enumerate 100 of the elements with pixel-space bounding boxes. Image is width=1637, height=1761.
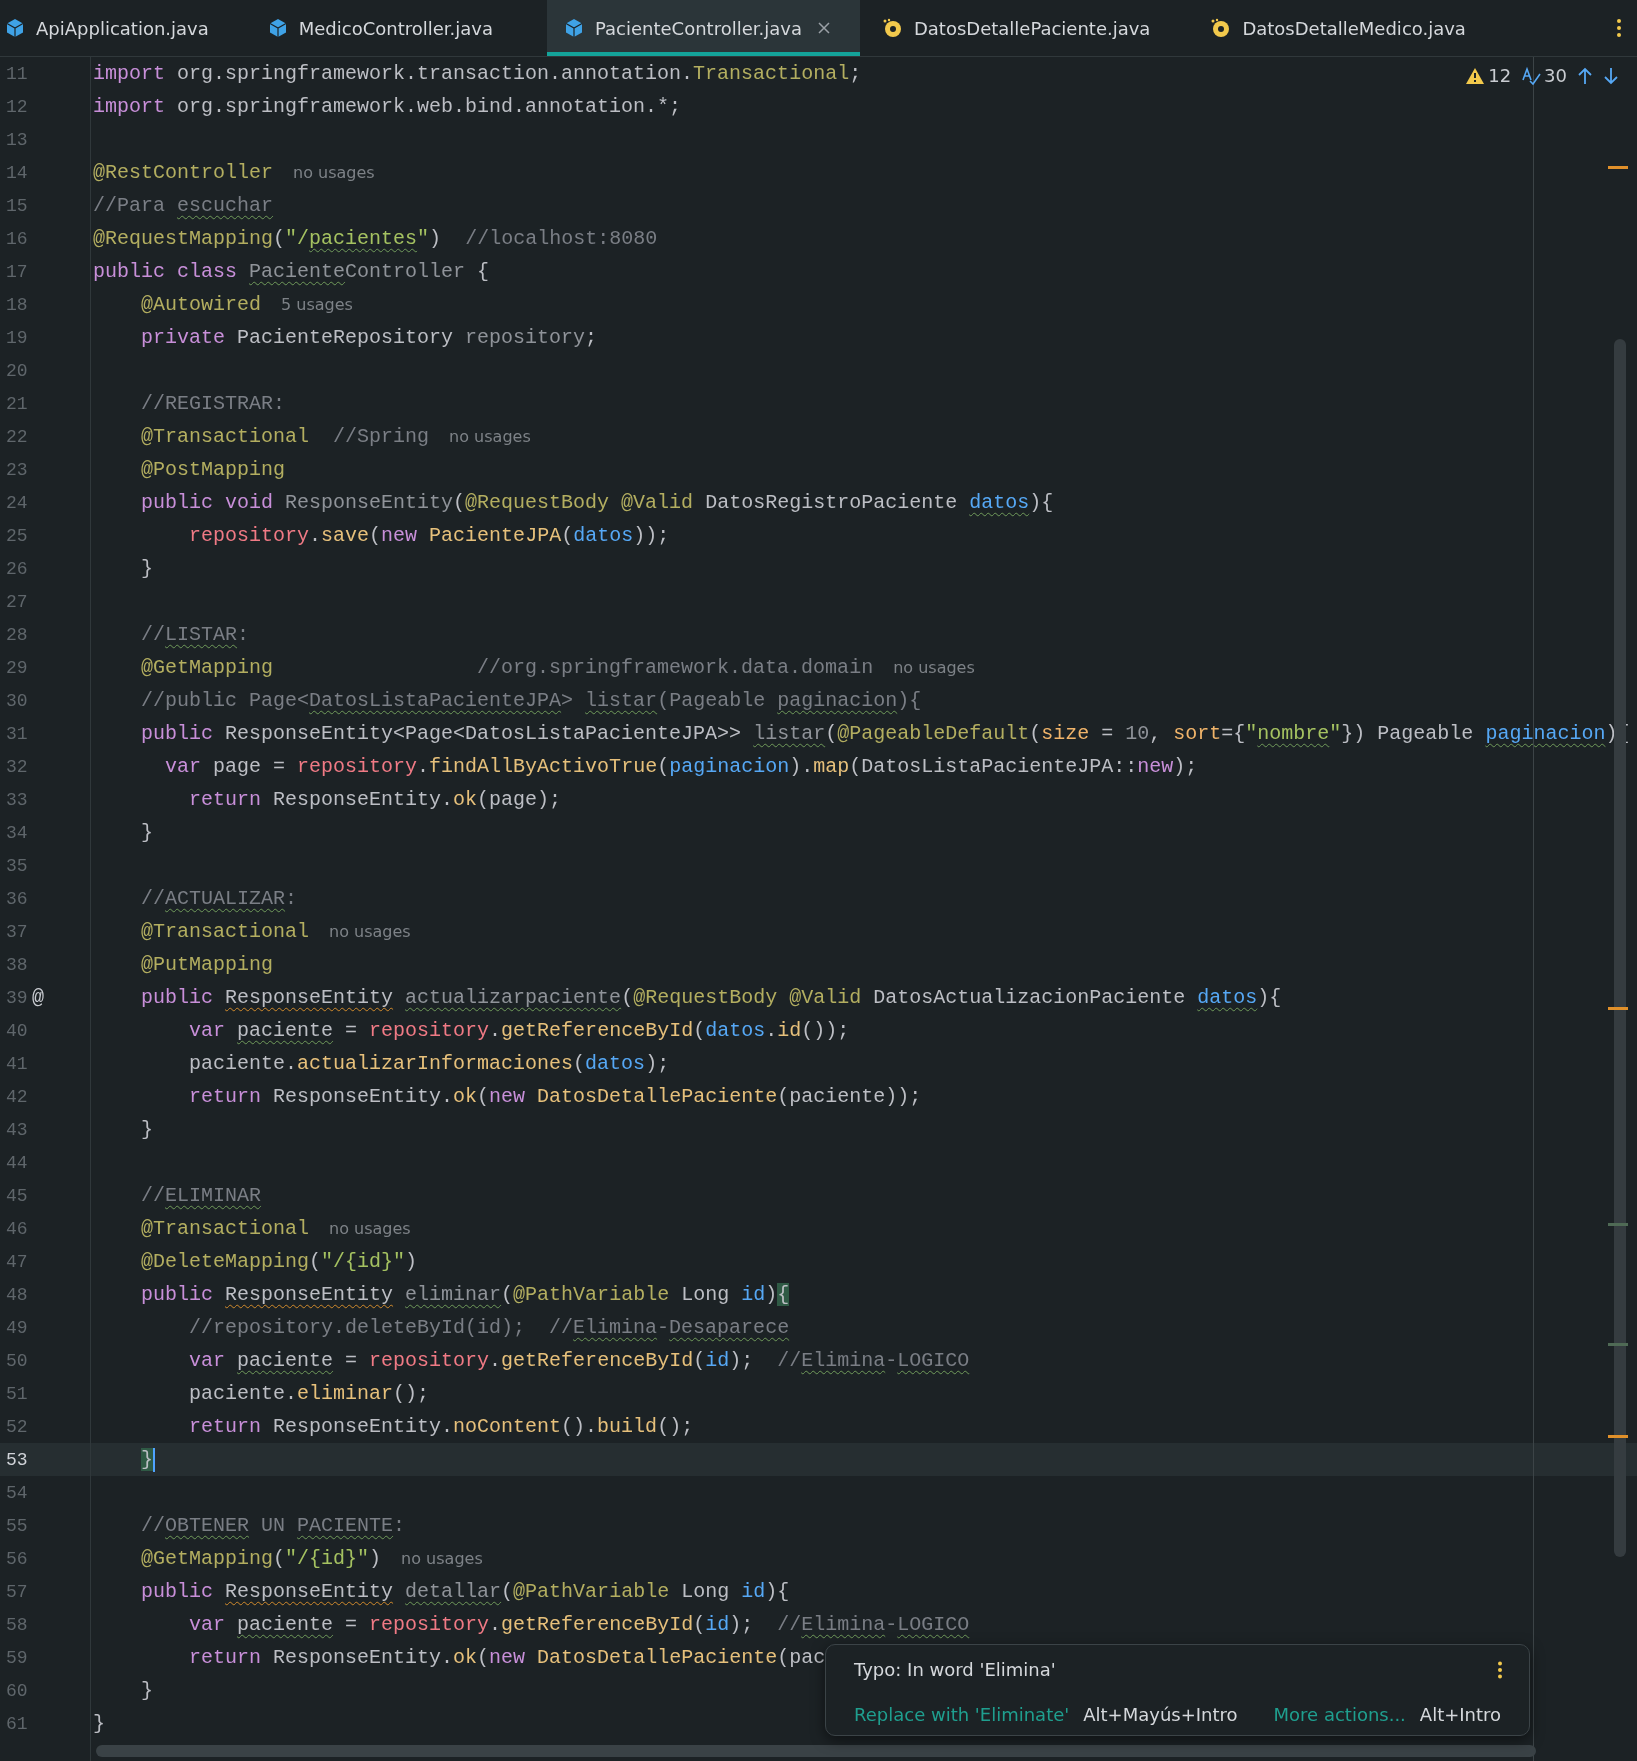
warning-count[interactable]: 12 [1488,65,1512,86]
code-line: @RestController [92,161,274,184]
code-line: //Para escuchar [92,194,274,217]
code-line: @Autowired [140,293,262,316]
line-number: 58 [6,1614,28,1635]
record-icon [881,18,902,38]
code-line: public ResponseEntity eliminar(@PathVariable Long id){ [140,1283,790,1306]
cube-icon [6,18,24,38]
line-number: 35 [6,855,28,876]
code-line: repository.save(new PacienteJPA(datos)); [188,524,670,547]
code-line: @PutMapping [140,953,274,976]
editor-tab[interactable]: PacienteController.java [547,0,860,56]
line-number: 17 [6,261,28,282]
code-line: paciente.eliminar(); [188,1382,430,1405]
scrollbar-thumb[interactable] [96,1745,1536,1757]
line-number: 56 [6,1548,28,1569]
line-number: 29 [6,657,28,678]
quick-fix-link[interactable]: Replace with 'Eliminate' [854,1704,1070,1725]
line-number: 52 [6,1416,28,1437]
line-number: 47 [6,1251,28,1272]
code-line: //ELIMINAR [140,1184,262,1207]
arrow-up-icon[interactable] [1577,66,1593,85]
code-line: public void ResponseEntity(@RequestBody @Valid DatosRegistroPaciente datos){ [140,491,1054,514]
line-number: 26 [6,558,28,579]
code-line: var paciente = repository.getReferenceById(datos.id()); [188,1019,850,1042]
usage-hint[interactable]: no usages [893,658,975,677]
code-line: //LISTAR: [140,623,250,646]
line-number: 33 [6,789,28,810]
code-line: @GetMapping //org.springframework.data.domain [140,656,874,679]
code-line: public class PacienteController { [92,260,490,283]
usage-hint[interactable]: no usages [329,1219,411,1238]
line-number: 37 [6,921,28,942]
line-number: 31 [6,723,28,744]
line-number: 24 [6,492,28,513]
code-line: var paciente = repository.getReferenceById(id); //Elimina-LOGICO [188,1349,970,1372]
editor-tab[interactable]: DatosDetalleMedico.java [1204,0,1496,56]
line-number: 51 [6,1383,28,1404]
line-number: 19 [6,327,28,348]
line-number: 12 [6,96,28,117]
line-number: 48 [6,1284,28,1305]
line-number: 21 [6,393,28,414]
line-number: 30 [6,690,28,711]
line-number: 36 [6,888,28,909]
code-line: //repository.deleteById(id); //Elimina-Desaparece [188,1316,790,1339]
code-line: //REGISTRAR: [140,392,286,415]
code-line: return ResponseEntity.noContent().build(); [188,1415,694,1438]
line-number: 32 [6,756,28,777]
cube-icon [565,18,583,38]
line-number: 39 [6,987,28,1008]
code-line: //ACTUALIZAR: [140,887,298,910]
gutter-marker[interactable]: @ [32,986,44,1009]
shortcut-label: Alt+Mayús+Intro [1083,1704,1238,1725]
code-line: @GetMapping("/{id}") [140,1547,382,1570]
code-line: //public Page<DatosListaPacienteJPA> listar(Pageable paginacion){ [140,689,922,712]
line-number: 20 [6,360,28,381]
usage-hint[interactable]: no usages [329,922,411,941]
more-icon[interactable] [1497,1660,1503,1679]
line-number: 60 [6,1680,28,1701]
code-line: @DeleteMapping("/{id}") [140,1250,418,1273]
line-number: 18 [6,294,28,315]
usage-hint[interactable]: 5 usages [281,295,353,314]
code-line: public ResponseEntity actualizarpaciente(@RequestBody @Valid DatosActualizacionPaciente datos){ [140,986,1282,1009]
line-number: 41 [6,1053,28,1074]
typo-count[interactable]: 30 [1544,65,1567,86]
line-number: 27 [6,591,28,612]
line-number: 45 [6,1185,28,1206]
code-line: var paciente = repository.getReferenceById(id); //Elimina-LOGICO [188,1613,970,1636]
spellcheck-icon[interactable] [1521,65,1542,86]
warning-icon[interactable] [1465,66,1486,85]
line-number: 55 [6,1515,28,1536]
line-number: 40 [6,1020,28,1041]
code-line: } [92,1712,105,1735]
line-number: 16 [6,228,28,249]
line-number: 28 [6,624,28,645]
line-number: 61 [6,1713,28,1734]
code-line: import org.springframework.web.bind.annotation.*; [92,95,682,118]
code-line: public ResponseEntity detallar(@PathVariable Long id){ [140,1580,790,1603]
code-line: @Transactional //Spring [140,425,430,448]
shortcut-label: Alt+Intro [1419,1704,1502,1725]
line-number: 42 [6,1086,28,1107]
editor-tab[interactable]: DatosDetallePaciente.java [875,0,1181,56]
code-line: } [140,1679,153,1702]
line-number: 14 [6,162,28,183]
editor-tab[interactable]: MedicoController.java [262,0,523,56]
usage-hint[interactable]: no usages [401,1549,483,1568]
usage-hint[interactable]: no usages [293,163,375,182]
line-number: 44 [6,1152,28,1173]
quick-fix-link[interactable]: More actions... [1273,1704,1406,1725]
line-number: 15 [6,195,28,216]
close-icon[interactable] [817,22,830,34]
editor-tab[interactable]: ApiApplication.java [0,0,239,56]
record-icon [1210,18,1231,38]
cube-icon [268,18,287,38]
usage-hint[interactable]: no usages [449,427,531,446]
line-number: 50 [6,1350,28,1371]
line-number: 59 [6,1647,28,1668]
code-line: @Transactional [140,920,310,943]
arrow-down-icon[interactable] [1603,66,1619,85]
line-number: 46 [6,1218,28,1239]
code-line: return ResponseEntity.ok(new DatosDetallePaciente(pac [188,1646,826,1669]
